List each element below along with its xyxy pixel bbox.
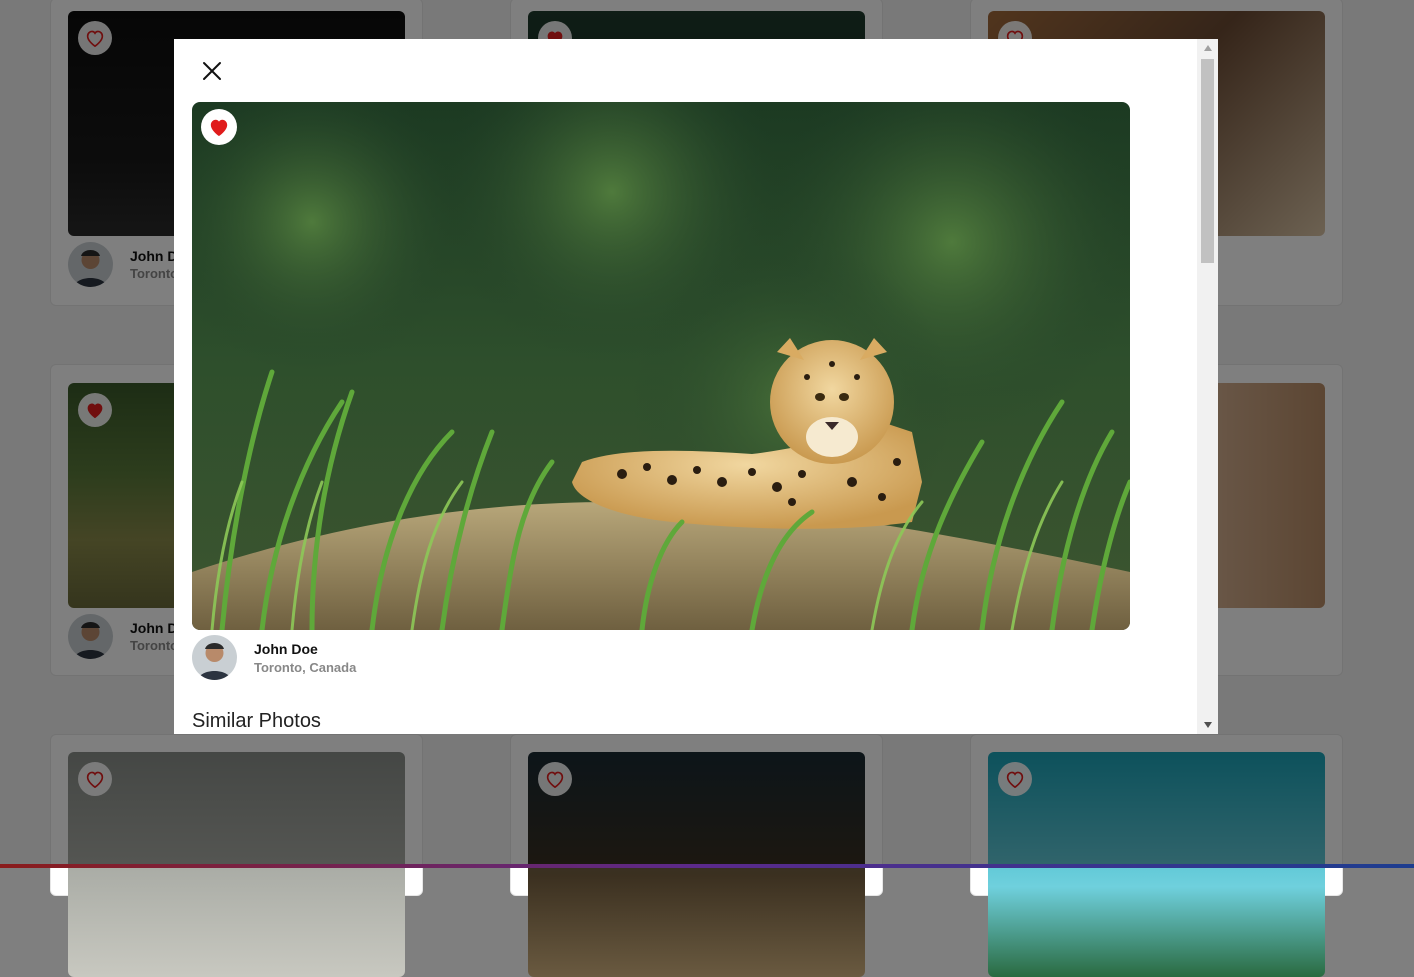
scroll-down-arrow[interactable] [1197, 716, 1218, 734]
author-location: Toronto, Canada [254, 659, 357, 675]
modal-scrollbar[interactable] [1197, 39, 1218, 734]
triangle-down-icon [1203, 722, 1212, 728]
photo-modal: John Doe Toronto, Canada Similar Photos [174, 39, 1218, 734]
favorite-button[interactable] [201, 109, 237, 145]
scroll-thumb[interactable] [1201, 59, 1214, 263]
heart-filled-icon [210, 119, 228, 137]
jaguar-photo-image [192, 102, 1130, 630]
triangle-up-icon [1203, 45, 1212, 51]
avatar[interactable] [192, 635, 237, 680]
scroll-up-arrow[interactable] [1197, 39, 1218, 57]
modal-photo[interactable] [192, 102, 1130, 630]
author-name: John Doe [254, 640, 318, 657]
similar-photos-heading: Similar Photos [192, 710, 321, 732]
close-icon [203, 62, 221, 80]
close-button[interactable] [198, 57, 226, 85]
modal-author: John Doe Toronto, Canada [192, 635, 356, 680]
taskbar-strip [0, 864, 1414, 868]
